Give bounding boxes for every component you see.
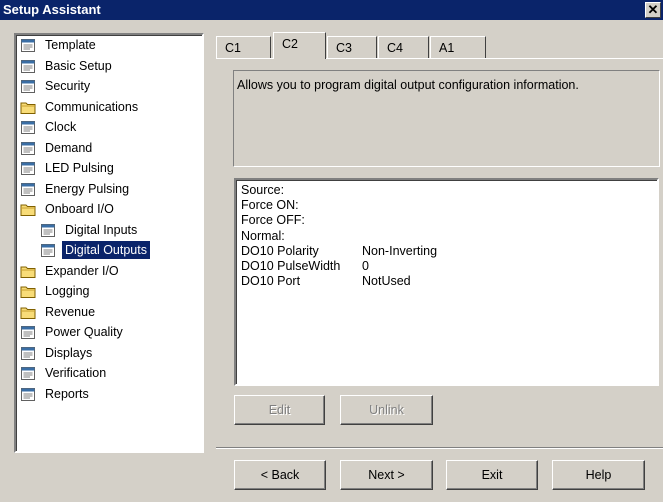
folder-icon [20, 100, 36, 115]
tab-c3[interactable]: C3 [327, 36, 377, 58]
detail-row[interactable]: Source: [241, 183, 284, 198]
tree-item-label: Energy Pulsing [45, 181, 130, 196]
detail-label: Force ON: [241, 198, 299, 213]
tree-item-label: Displays [45, 345, 93, 360]
close-button[interactable]: ✕ [645, 2, 661, 18]
tree-item-label: Template [45, 38, 96, 52]
document-icon [20, 366, 36, 381]
detail-label: Force OFF: [241, 213, 305, 228]
tree-item-label: Digital Inputs [65, 222, 138, 237]
tree-item-label: Verification [45, 366, 107, 380]
detail-label: Normal: [241, 228, 285, 243]
tab-c2[interactable]: C2 [273, 32, 326, 59]
folder-icon [20, 264, 36, 279]
document-icon [20, 141, 36, 156]
next-button[interactable]: Next > [340, 460, 433, 490]
help-button[interactable]: Help [552, 460, 645, 490]
detail-value: Non-Inverting [362, 243, 438, 258]
document-icon [20, 182, 36, 197]
tree-item-label: Security [45, 79, 91, 93]
detail-value: 0 [362, 259, 369, 273]
close-icon: ✕ [647, 2, 659, 17]
tab-c1[interactable]: C1 [216, 36, 271, 58]
window-title: Setup Assistant [3, 2, 101, 17]
tree-item-label: Basic Setup [45, 58, 112, 73]
setup-tree[interactable]: Template Basic Setup Security Communication… [14, 33, 204, 453]
document-icon [20, 38, 36, 53]
document-icon [40, 243, 56, 258]
detail-label: DO10 PulseWidth [241, 259, 341, 273]
detail-row[interactable]: DO10 Polarity Non-Inverting [241, 243, 437, 259]
exit-button[interactable]: Exit [446, 460, 538, 490]
folder-icon [20, 305, 36, 320]
tree-item-label: Reports [45, 386, 89, 401]
tree-item-label: Onboard I/O [45, 202, 114, 216]
footer-separator [216, 447, 663, 449]
document-icon [20, 120, 36, 135]
unlink-button[interactable]: Unlink [340, 395, 433, 425]
detail-label: Source: [241, 183, 285, 197]
detail-row[interactable]: DO10 Port NotUsed [241, 274, 411, 289]
tab-a1[interactable]: A1 [430, 36, 486, 58]
document-icon [20, 79, 36, 94]
document-icon [20, 59, 36, 74]
back-button[interactable]: < Back [234, 460, 326, 490]
detail-row[interactable]: Force OFF: [241, 213, 305, 228]
details-list[interactable]: Source: Force ON: Force OFF: Normal: DO10 Po… [234, 178, 659, 386]
document-icon [20, 325, 36, 340]
document-icon [20, 161, 36, 176]
detail-row[interactable]: DO10 PulseWidth 0 [241, 259, 369, 274]
detail-row[interactable]: Force ON: [241, 198, 299, 213]
folder-open-icon [20, 202, 36, 217]
detail-row[interactable]: Normal: [241, 229, 285, 244]
description-text: Allows you to program digital output con… [237, 78, 579, 92]
folder-icon [20, 284, 36, 299]
tab-c4[interactable]: C4 [378, 36, 429, 58]
tree-item-label: Logging [45, 284, 90, 298]
tree-item-label: Communications [45, 99, 139, 114]
description-box: Allows you to program digital output con… [233, 70, 660, 167]
tree-item-label: Digital Outputs [62, 241, 150, 259]
tree-item-label: LED Pulsing [45, 161, 114, 175]
detail-label: DO10 Polarity [241, 243, 319, 258]
detail-label: DO10 Port [241, 274, 301, 289]
tree-item-label: Power Quality [45, 325, 123, 339]
document-icon [20, 387, 36, 402]
tree-item-label: Clock [45, 120, 77, 134]
tree-item-label: Revenue [45, 304, 96, 319]
tree-item-label: Expander I/O [45, 263, 119, 278]
document-icon [20, 346, 36, 361]
document-icon [40, 223, 56, 238]
detail-value: NotUsed [362, 274, 411, 289]
tree-item-label: Demand [45, 140, 93, 155]
edit-button[interactable]: Edit [234, 395, 325, 425]
title-bar: Setup Assistant ✕ [0, 0, 663, 20]
setup-assistant-window: Setup Assistant ✕ Template Basic Setup Sec… [0, 0, 663, 502]
